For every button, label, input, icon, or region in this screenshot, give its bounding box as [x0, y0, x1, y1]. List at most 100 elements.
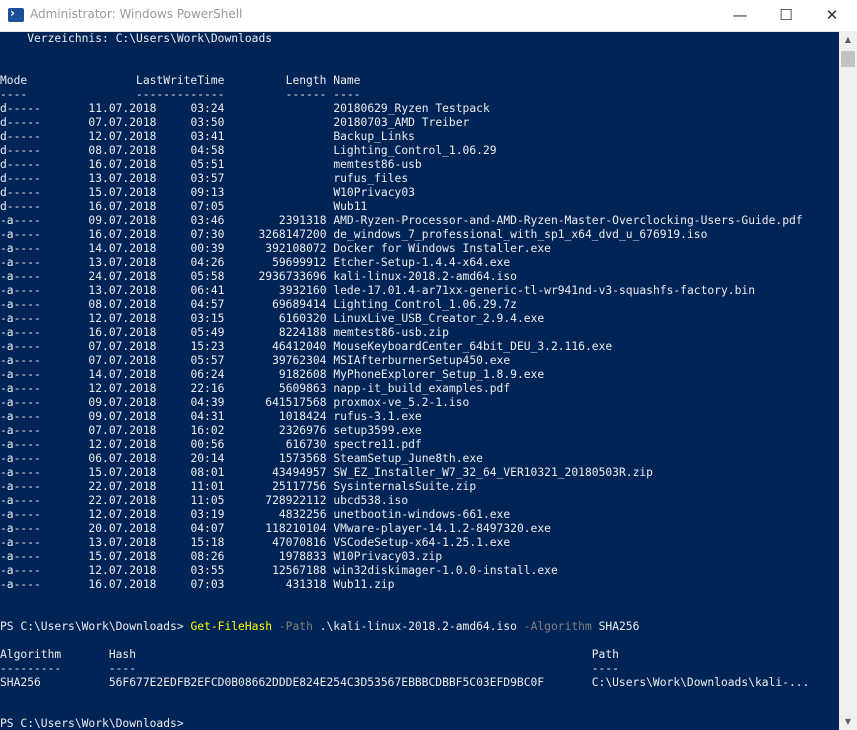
- file-length: 12567188: [272, 564, 327, 577]
- minimize-button[interactable]: —: [717, 0, 763, 31]
- file-mode: -a----: [0, 564, 41, 577]
- file-time: 08:01: [190, 466, 225, 479]
- file-time: 03:55: [190, 564, 225, 577]
- file-mode: -a----: [0, 284, 41, 297]
- file-row: -a---- 12.07.2018 00:56 616730 spectre11…: [0, 438, 422, 452]
- file-row: d----- 11.07.2018 03:24 20180629_Ryzen T…: [0, 102, 490, 116]
- file-mode: -a----: [0, 382, 41, 395]
- file-time: 06:41: [190, 284, 225, 297]
- file-row: -a---- 16.07.2018 07:03 431318 Wub11.zip: [0, 578, 395, 592]
- file-date: 16.07.2018: [88, 158, 157, 171]
- file-row: -a---- 22.07.2018 11:01 25117756 Sysinte…: [0, 480, 476, 494]
- file-row: d----- 16.07.2018 05:51 memtest86-usb: [0, 158, 422, 172]
- vertical-scrollbar[interactable]: ▲ ▼: [839, 31, 857, 730]
- final-prompt[interactable]: PS C:\Users\Work\Downloads>: [0, 717, 184, 730]
- file-row: d----- 13.07.2018 03:57 rufus_files: [0, 172, 408, 186]
- file-name: unetbootin-windows-661.exe: [333, 508, 511, 521]
- file-name: rufus-3.1.exe: [333, 410, 422, 423]
- file-row: -a---- 06.07.2018 20:14 1573568 SteamSet…: [0, 452, 483, 466]
- file-date: 12.07.2018: [88, 438, 157, 451]
- maximize-button[interactable]: ☐: [763, 0, 809, 31]
- file-name: SysinternalsSuite.zip: [333, 480, 477, 493]
- param-path-value: .\kali-linux-2018.2-amd64.iso: [319, 620, 517, 633]
- file-length: 1018424: [278, 410, 327, 423]
- file-time: 05:51: [190, 158, 225, 171]
- file-mode: -a----: [0, 354, 41, 367]
- scroll-up-icon[interactable]: ▲: [839, 31, 857, 48]
- file-length: 2326976: [278, 424, 327, 437]
- scroll-thumb[interactable]: [841, 51, 855, 67]
- file-name: LinuxLive_USB_Creator_2.9.4.exe: [333, 312, 545, 325]
- console-output[interactable]: Verzeichnis: C:\Users\Work\Downloads Mod…: [0, 31, 839, 730]
- file-mode: d-----: [0, 200, 41, 213]
- file-name: Lighting_Control_1.06.29: [333, 144, 497, 157]
- file-date: 12.07.2018: [88, 382, 157, 395]
- file-name: proxmox-ve_5.2-1.iso: [333, 396, 470, 409]
- directory-header: Verzeichnis: C:\Users\Work\Downloads: [0, 32, 273, 45]
- file-name: MSIAfterburnerSetup450.exe: [333, 354, 511, 367]
- close-button[interactable]: ✕: [809, 0, 855, 31]
- file-date: 16.07.2018: [88, 200, 157, 213]
- file-time: 06:24: [190, 368, 225, 381]
- file-mode: -a----: [0, 410, 41, 423]
- file-length: 431318: [285, 578, 327, 591]
- file-mode: -a----: [0, 424, 41, 437]
- file-length: 9182608: [278, 368, 327, 381]
- file-time: 09:13: [190, 186, 225, 199]
- file-time: 11:01: [190, 480, 225, 493]
- file-name: VMware-player-14.1.2-8497320.exe: [333, 522, 551, 535]
- param-algorithm-value: SHA256: [598, 620, 640, 633]
- file-name: MyPhoneExplorer_Setup_1.8.9.exe: [333, 368, 545, 381]
- file-name: Docker for Windows Installer.exe: [333, 242, 551, 255]
- file-name: SteamSetup_June8th.exe: [333, 452, 483, 465]
- file-time: 15:23: [190, 340, 225, 353]
- file-mode: -a----: [0, 270, 41, 283]
- file-row: -a---- 14.07.2018 06:24 9182608 MyPhoneE…: [0, 368, 544, 382]
- file-time: 03:46: [190, 214, 225, 227]
- file-length: 3932160: [278, 284, 327, 297]
- file-name: de_windows_7_professional_with_sp1_x64_d…: [333, 228, 708, 241]
- file-time: 03:57: [190, 172, 225, 185]
- file-date: 14.07.2018: [88, 368, 157, 381]
- file-date: 12.07.2018: [88, 508, 157, 521]
- file-date: 07.07.2018: [88, 116, 157, 129]
- file-date: 16.07.2018: [88, 578, 157, 591]
- file-time: 00:39: [190, 242, 225, 255]
- cmdlet: Get-FileHash: [190, 620, 273, 633]
- column-underline: ---- ------------- ------ ----: [0, 88, 361, 101]
- file-length: 43494957: [272, 466, 327, 479]
- file-name: W10Privacy03: [333, 186, 415, 199]
- file-mode: d-----: [0, 116, 41, 129]
- file-mode: -a----: [0, 396, 41, 409]
- file-mode: -a----: [0, 312, 41, 325]
- file-date: 11.07.2018: [88, 102, 157, 115]
- file-name: rufus_files: [333, 172, 409, 185]
- file-name: napp-it_build_examples.pdf: [333, 382, 511, 395]
- file-length: 3268147200: [258, 228, 327, 241]
- column-header: Mode LastWriteTime Length Name: [0, 74, 361, 87]
- hash-underline: --------- ---- ----: [0, 662, 619, 675]
- file-row: -a---- 22.07.2018 11:05 728922112 ubcd53…: [0, 494, 408, 508]
- scroll-down-icon[interactable]: ▼: [839, 713, 857, 730]
- param-algorithm: -Algorithm: [523, 620, 592, 633]
- file-mode: -a----: [0, 242, 41, 255]
- file-date: 20.07.2018: [88, 522, 157, 535]
- file-length: 4832256: [278, 508, 327, 521]
- file-length: 47070816: [272, 536, 327, 549]
- file-row: -a---- 16.07.2018 05:49 8224188 memtest8…: [0, 326, 449, 340]
- file-length: 616730: [285, 438, 327, 451]
- file-row: d----- 16.07.2018 07:05 Wub11: [0, 200, 367, 214]
- file-name: AMD-Ryzen-Processor-and-AMD-Ryzen-Master…: [333, 214, 803, 227]
- hash-command-line: PS C:\Users\Work\Downloads> Get-FileHash…: [0, 620, 639, 634]
- file-date: 07.07.2018: [88, 354, 157, 367]
- file-time: 03:24: [190, 102, 225, 115]
- file-row: -a---- 09.07.2018 04:39 641517568 proxmo…: [0, 396, 469, 410]
- file-row: -a---- 20.07.2018 04:07 118210104 VMware…: [0, 522, 551, 536]
- file-time: 03:50: [190, 116, 225, 129]
- file-length: 1978833: [278, 550, 327, 563]
- file-row: -a---- 13.07.2018 06:41 3932160 lede-17.…: [0, 284, 755, 298]
- file-time: 04:58: [190, 144, 225, 157]
- file-time: 00:56: [190, 438, 225, 451]
- file-name: memtest86-usb: [333, 158, 422, 171]
- file-time: 05:57: [190, 354, 225, 367]
